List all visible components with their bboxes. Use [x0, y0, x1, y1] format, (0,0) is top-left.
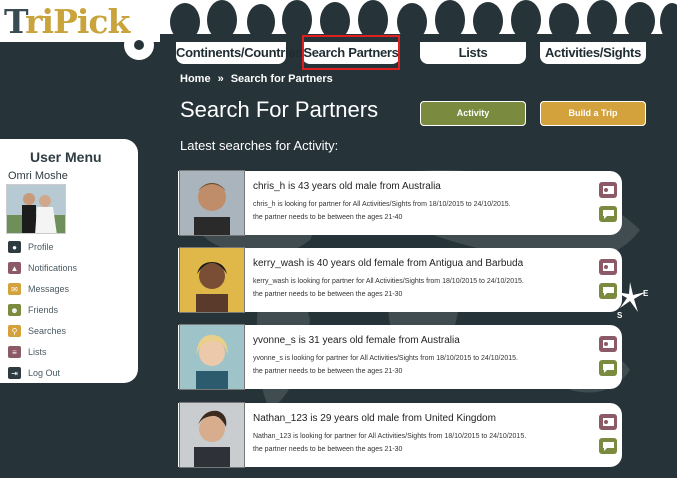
profile-icon: ●	[8, 241, 21, 253]
compass-south-label: S	[617, 311, 623, 318]
lists-icon: ≡	[8, 346, 21, 358]
send-message-button[interactable]	[599, 438, 617, 454]
sidebar-item-label: Notifications	[28, 263, 78, 273]
profile-card-icon	[602, 418, 614, 426]
tripick-logo[interactable]: TriPick	[4, 2, 130, 41]
result-age-range: the partner needs to be between the ages…	[253, 368, 403, 375]
result-headline[interactable]: kerry_wash is 40 years old female from A…	[253, 258, 523, 269]
sidebar-item-label: Log Out	[28, 368, 61, 378]
sidebar-item-label: Searches	[28, 326, 67, 336]
profile-card-icon	[602, 186, 614, 194]
sidebar-item-notifications[interactable]: ▲ Notifications	[8, 260, 77, 276]
activity-button[interactable]: Activity	[420, 101, 526, 126]
breadcrumb-current: Search for Partners	[230, 73, 333, 85]
notifications-icon: ▲	[8, 262, 21, 274]
profile-card-icon	[602, 263, 614, 271]
sidebar-item-profile[interactable]: ● Profile	[8, 239, 54, 255]
messages-icon: ✉	[8, 283, 21, 295]
chat-icon	[602, 363, 614, 373]
partner-result-card: chris_h is 43 years old male from Austra…	[178, 170, 622, 236]
partner-result-card: Nathan_123 is 29 years old male from Uni…	[178, 402, 622, 468]
friends-icon: ☻	[8, 304, 21, 316]
logout-icon: ⇥	[8, 367, 21, 379]
result-age-range: the partner needs to be between the ages…	[253, 291, 403, 298]
result-details: yvonne_s is looking for partner for All …	[253, 355, 518, 362]
page-title: Search For Partners	[180, 97, 379, 122]
user-menu-sidebar: User Menu Omri Moshe ● Profile ▲ Notificat…	[0, 139, 138, 383]
profile-card-icon	[602, 340, 614, 348]
compass-rose-icon: E S	[616, 282, 649, 318]
sidebar-item-label: Messages	[28, 284, 70, 294]
result-details: kerry_wash is looking for partner for Al…	[253, 278, 524, 285]
view-profile-button[interactable]	[599, 336, 617, 352]
result-details: Nathan_123 is looking for partner for Al…	[253, 433, 527, 440]
result-headline[interactable]: chris_h is 43 years old male from Austra…	[253, 181, 441, 192]
send-message-button[interactable]	[599, 360, 617, 376]
partner-result-card: kerry_wash is 40 years old female from A…	[178, 247, 622, 313]
breadcrumb-separator-icon: »	[217, 73, 224, 85]
view-profile-button[interactable]	[599, 259, 617, 275]
people-silhouettes-banner	[160, 0, 677, 42]
tab-activities-sights[interactable]: Activities/Sights	[540, 42, 646, 64]
build-trip-button[interactable]: Build a Trip	[540, 101, 646, 126]
sidebar-item-lists[interactable]: ≡ Lists	[8, 344, 47, 360]
result-details: chris_h is looking for partner for All A…	[253, 201, 511, 208]
partner-photo[interactable]	[179, 324, 245, 390]
user-name: Omri Moshe	[8, 170, 68, 182]
send-message-button[interactable]	[599, 206, 617, 222]
view-profile-button[interactable]	[599, 182, 617, 198]
sidebar-item-label: Friends	[28, 305, 59, 315]
sidebar-item-label: Profile	[28, 242, 54, 252]
compass-east-label: E	[643, 289, 649, 298]
user-avatar[interactable]	[6, 184, 66, 234]
result-headline[interactable]: Nathan_123 is 29 years old male from Uni…	[253, 413, 496, 424]
searches-icon: ⚲	[8, 325, 21, 337]
header-decoration-dot	[124, 30, 154, 60]
breadcrumb: Home » Search for Partners	[180, 73, 333, 85]
tab-continents-countries[interactable]: Continents/Countries	[176, 42, 302, 64]
active-tab-highlight	[302, 35, 400, 70]
result-headline[interactable]: yvonne_s is 31 years old female from Aus…	[253, 335, 460, 346]
sidebar-item-searches[interactable]: ⚲ Searches	[8, 323, 66, 339]
partner-photo[interactable]	[179, 247, 245, 313]
partner-photo[interactable]	[179, 170, 245, 236]
sidebar-item-messages[interactable]: ✉ Messages	[8, 281, 69, 297]
tab-lists[interactable]: Lists	[420, 42, 526, 64]
sidebar-item-log-out[interactable]: ⇥ Log Out	[8, 365, 60, 381]
view-profile-button[interactable]	[599, 414, 617, 430]
result-age-range: the partner needs to be between the ages…	[253, 446, 403, 453]
chat-icon	[602, 209, 614, 219]
sidebar-item-friends[interactable]: ☻ Friends	[8, 302, 58, 318]
chat-icon	[602, 441, 614, 451]
breadcrumb-home[interactable]: Home	[180, 73, 211, 85]
partner-photo[interactable]	[179, 402, 245, 468]
partner-result-card: yvonne_s is 31 years old female from Aus…	[178, 324, 622, 390]
result-age-range: the partner needs to be between the ages…	[253, 214, 403, 221]
sidebar-item-label: Lists	[28, 347, 47, 357]
sidebar-title: User Menu	[30, 149, 102, 165]
section-label: Latest searches for Activity:	[180, 138, 339, 153]
